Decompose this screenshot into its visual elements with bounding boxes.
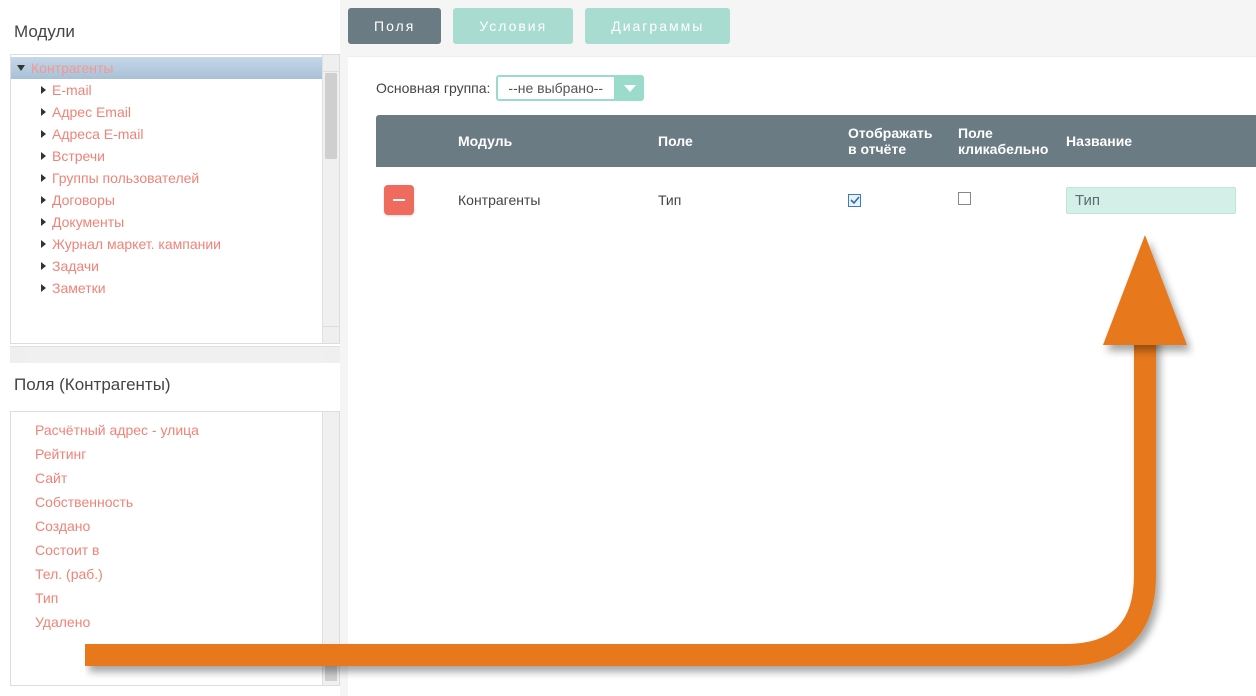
- tree-item-root[interactable]: Контрагенты: [11, 57, 322, 79]
- caret-right-icon: [41, 108, 46, 116]
- tree-item-label: Заметки: [52, 280, 106, 296]
- tree-item[interactable]: Задачи: [11, 255, 322, 277]
- tree-item[interactable]: Встречи: [11, 145, 322, 167]
- tree-item-label: Журнал маркет. кампании: [52, 236, 221, 252]
- fields-table: Модуль Поле Отображать в отчёте Поле кли…: [376, 115, 1256, 233]
- tree-item[interactable]: Договоры: [11, 189, 322, 211]
- field-item[interactable]: Сайт: [33, 466, 316, 490]
- tree-item[interactable]: Адрес Email: [11, 101, 322, 123]
- th-module: Модуль: [450, 115, 650, 167]
- tree-item[interactable]: Заметки: [11, 277, 322, 299]
- cell-field: Тип: [650, 167, 840, 233]
- caret-right-icon: [41, 130, 46, 138]
- caret-right-icon: [41, 86, 46, 94]
- caret-right-icon: [41, 196, 46, 204]
- field-item[interactable]: Собственность: [33, 490, 316, 514]
- chevron-down-icon: [616, 75, 644, 101]
- tree-item-label: Встречи: [52, 148, 105, 164]
- cell-module: Контрагенты: [450, 167, 650, 233]
- field-item[interactable]: Тел. (раб.): [33, 562, 316, 586]
- main-group-label: Основная группа:: [376, 80, 490, 96]
- vertical-scrollbar[interactable]: [322, 55, 339, 343]
- select-value: --не выбрано--: [496, 75, 616, 101]
- tree-item[interactable]: Адреса E-mail: [11, 123, 322, 145]
- th-display: Отображать в отчёте: [840, 115, 950, 167]
- check-icon: [850, 195, 860, 205]
- caret-down-icon: [17, 65, 25, 71]
- tree-item-label: Документы: [52, 214, 124, 230]
- th-field: Поле: [650, 115, 840, 167]
- tabs: Поля Условия Диаграммы: [348, 0, 1256, 56]
- fields-list: Расчётный адрес - улица Рейтинг Сайт Соб…: [10, 411, 340, 686]
- modules-title: Модули: [10, 10, 340, 54]
- tab-diagrams[interactable]: Диаграммы: [585, 8, 730, 44]
- caret-right-icon: [41, 284, 46, 292]
- field-item[interactable]: Рейтинг: [33, 442, 316, 466]
- field-item[interactable]: Создано: [33, 514, 316, 538]
- field-item[interactable]: Расчётный адрес - улица: [33, 418, 316, 442]
- vertical-scrollbar[interactable]: [322, 412, 339, 685]
- tab-conditions[interactable]: Условия: [453, 8, 573, 44]
- field-item[interactable]: Удалено: [33, 610, 316, 634]
- tree-item-label: E-mail: [52, 82, 92, 98]
- tree-item[interactable]: E-mail: [11, 79, 322, 101]
- fields-title: Поля (Контрагенты): [10, 363, 340, 407]
- th-clickable: Поле кликабельно: [950, 115, 1058, 167]
- main-group-select[interactable]: --не выбрано--: [496, 75, 644, 101]
- remove-button[interactable]: [384, 185, 414, 215]
- tree-item[interactable]: Группы пользователей: [11, 167, 322, 189]
- caret-right-icon: [41, 152, 46, 160]
- minus-icon: [393, 199, 405, 201]
- th-name: Название: [1058, 115, 1256, 167]
- caret-right-icon: [41, 174, 46, 182]
- tree-item[interactable]: Журнал маркет. кампании: [11, 233, 322, 255]
- clickable-checkbox[interactable]: [958, 192, 971, 205]
- table-row: Контрагенты Тип: [376, 167, 1256, 233]
- tree-item-label: Группы пользователей: [52, 170, 199, 186]
- field-item[interactable]: Тип: [33, 586, 316, 610]
- caret-right-icon: [41, 218, 46, 226]
- tree-item[interactable]: Документы: [11, 211, 322, 233]
- modules-tree: Контрагенты E-mail Адрес Email Адреса E-…: [10, 54, 340, 344]
- tree-item-label: Адреса E-mail: [52, 126, 143, 142]
- caret-right-icon: [41, 262, 46, 270]
- tree-item-label: Договоры: [52, 192, 115, 208]
- display-checkbox[interactable]: [848, 194, 861, 207]
- tree-item-label: Контрагенты: [31, 60, 113, 76]
- caret-right-icon: [41, 240, 46, 248]
- tree-item-label: Адрес Email: [52, 104, 131, 120]
- tab-fields[interactable]: Поля: [348, 8, 441, 44]
- horizontal-scrollbar[interactable]: [10, 346, 340, 363]
- name-input[interactable]: [1066, 187, 1236, 214]
- tree-item-label: Задачи: [52, 258, 99, 274]
- field-item[interactable]: Состоит в: [33, 538, 316, 562]
